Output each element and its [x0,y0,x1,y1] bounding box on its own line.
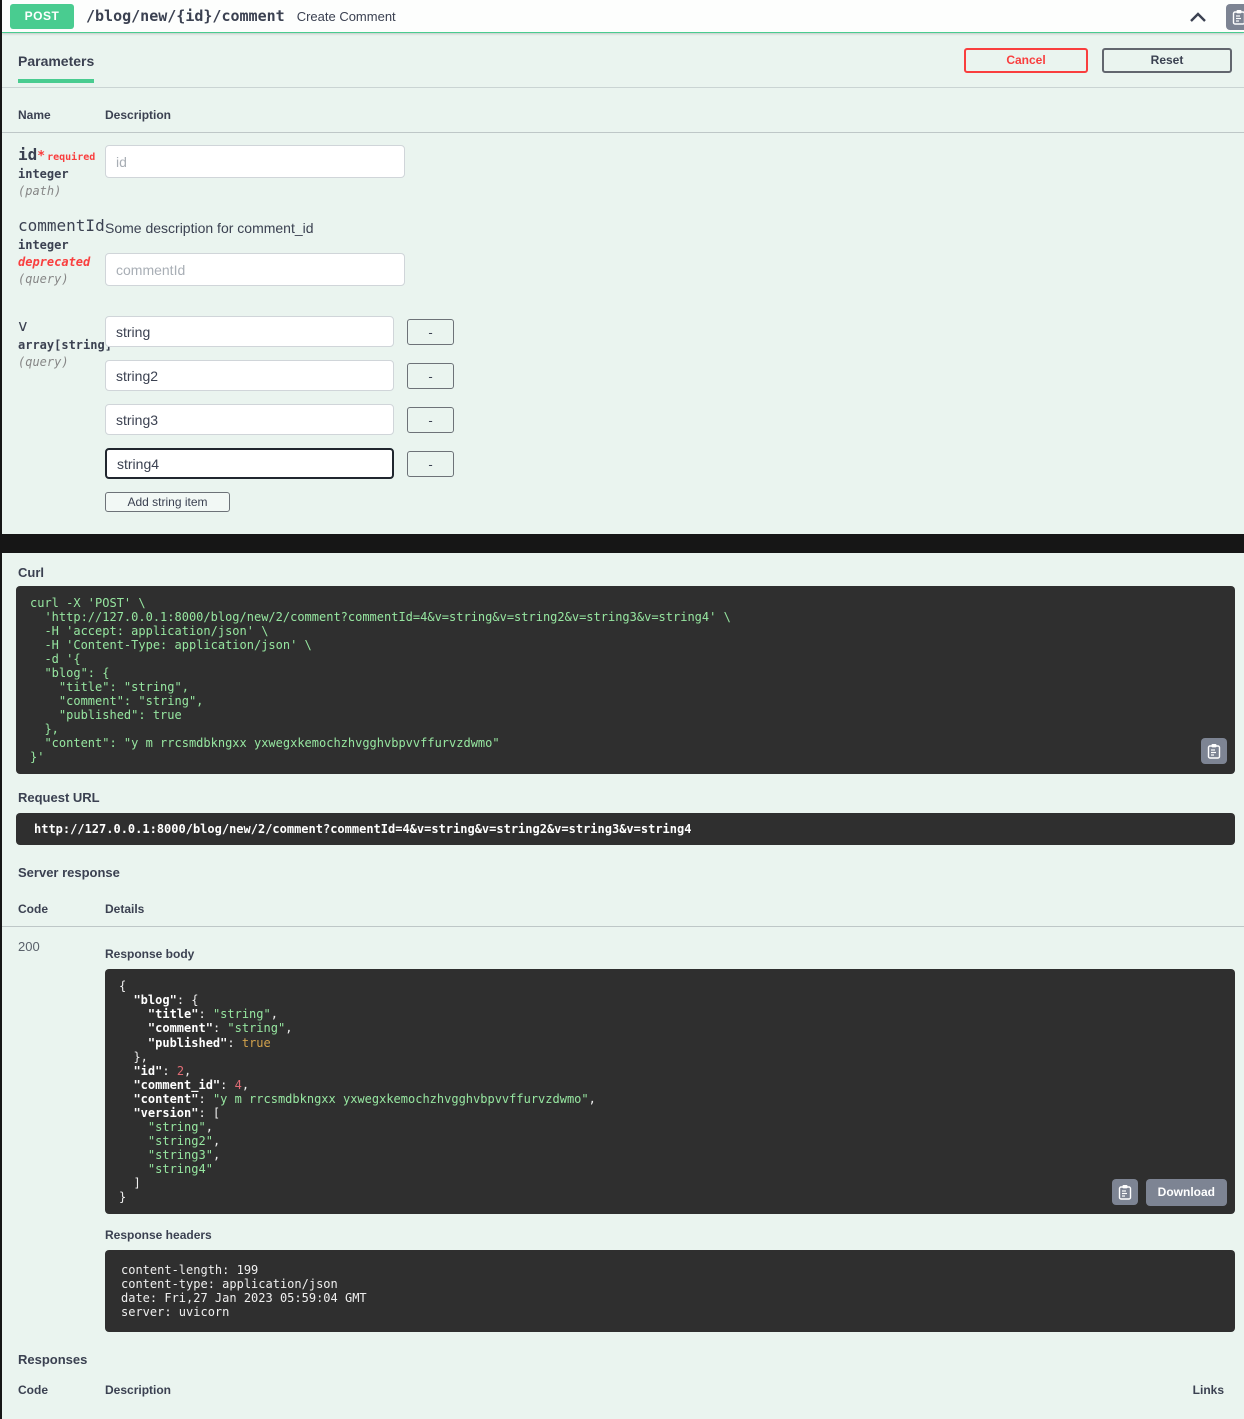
array-item-row: - [105,316,1235,347]
curl-copy-button[interactable] [1201,738,1227,764]
v-item-input-1[interactable] [105,316,394,347]
add-string-item-button[interactable]: Add string item [105,492,230,512]
remove-item-button[interactable]: - [407,319,454,345]
collapse-button[interactable] [1188,8,1208,26]
param-row-v: v array[string] (query) - - - - Add stri… [2,304,1244,534]
endpoint-summary: Create Comment [297,9,396,24]
array-item-row: - [105,448,1235,479]
request-url-label: Request URL [2,790,1244,805]
server-response-row: 200 Response body { "blog": { "title": "… [2,927,1244,1332]
remove-item-button[interactable]: - [407,451,454,477]
parameters-toolbar: Parameters Cancel Reset [2,33,1244,88]
tab-parameters[interactable]: Parameters [18,37,94,83]
responses-table-header: Code Description Links [2,1367,1244,1405]
array-item-row: - [105,360,1235,391]
server-response-table-header: Code Details [2,884,1244,927]
param-type: array[string] [18,338,105,352]
param-location: (query) [18,355,105,369]
responses-code-header: Code [18,1383,105,1397]
array-item-row: - [105,404,1235,435]
clipboard-icon [1207,743,1221,759]
curl-section-label: Curl [2,553,1244,580]
copy-endpoint-button[interactable] [1226,4,1244,30]
param-row-id: id*required integer (path) [2,133,1244,204]
param-type: integer [18,238,105,252]
response-headers-label: Response headers [105,1228,1235,1242]
param-name: id [18,145,37,164]
response-body-label: Response body [105,939,1235,961]
results-block: Curl curl -X 'POST' \ 'http://127.0.0.1:… [2,553,1244,1419]
commentid-input[interactable] [105,253,405,286]
param-location: (path) [18,184,105,198]
v-item-input-2[interactable] [105,360,394,391]
param-description: Some description for comment_id [105,216,1235,236]
server-response-label: Server response [2,865,1244,880]
param-name: commentId [18,216,105,235]
v-item-input-4[interactable] [105,448,394,479]
params-description-header: Description [105,108,1235,122]
response-headers-block: content-length: 199 content-type: applic… [105,1250,1235,1332]
curl-command-block: curl -X 'POST' \ 'http://127.0.0.1:8000/… [16,586,1235,774]
param-location: (query) [18,272,105,286]
response-copy-button[interactable] [1112,1179,1138,1205]
required-asterisk: * [37,149,45,164]
chevron-up-icon [1190,12,1206,22]
operation-header: POST /blog/new/{id}/comment Create Comme… [2,0,1244,33]
clipboard-icon [1232,9,1244,25]
operation-block: POST /blog/new/{id}/comment Create Comme… [2,0,1244,534]
remove-item-button[interactable]: - [407,407,454,433]
server-response-details-header: Details [105,902,1235,916]
download-button[interactable]: Download [1146,1179,1227,1206]
endpoint-path: /blog/new/{id}/comment [86,7,285,25]
params-table-header: Name Description [2,88,1244,133]
reset-button[interactable]: Reset [1102,48,1232,73]
cancel-button[interactable]: Cancel [964,48,1088,73]
server-response-code-header: Code [18,902,105,916]
param-name: v [18,316,105,335]
remove-item-button[interactable]: - [407,363,454,389]
responses-label: Responses [2,1352,1244,1367]
response-status-code: 200 [18,939,105,1332]
param-type: integer [18,167,105,181]
required-label: required [47,152,95,163]
param-row-commentid: commentId integer deprecated (query) Som… [2,204,1244,304]
id-input[interactable] [105,145,405,178]
param-deprecated-label: deprecated [18,255,105,269]
responses-description-header: Description [105,1383,1193,1397]
response-body-block: { "blog": { "title": "string", "comment"… [105,969,1235,1214]
responses-links-header: Links [1193,1383,1224,1397]
clipboard-icon [1118,1184,1132,1200]
params-name-header: Name [18,108,105,122]
v-item-input-3[interactable] [105,404,394,435]
method-badge[interactable]: POST [10,4,74,29]
request-url-value: http://127.0.0.1:8000/blog/new/2/comment… [16,813,1235,845]
